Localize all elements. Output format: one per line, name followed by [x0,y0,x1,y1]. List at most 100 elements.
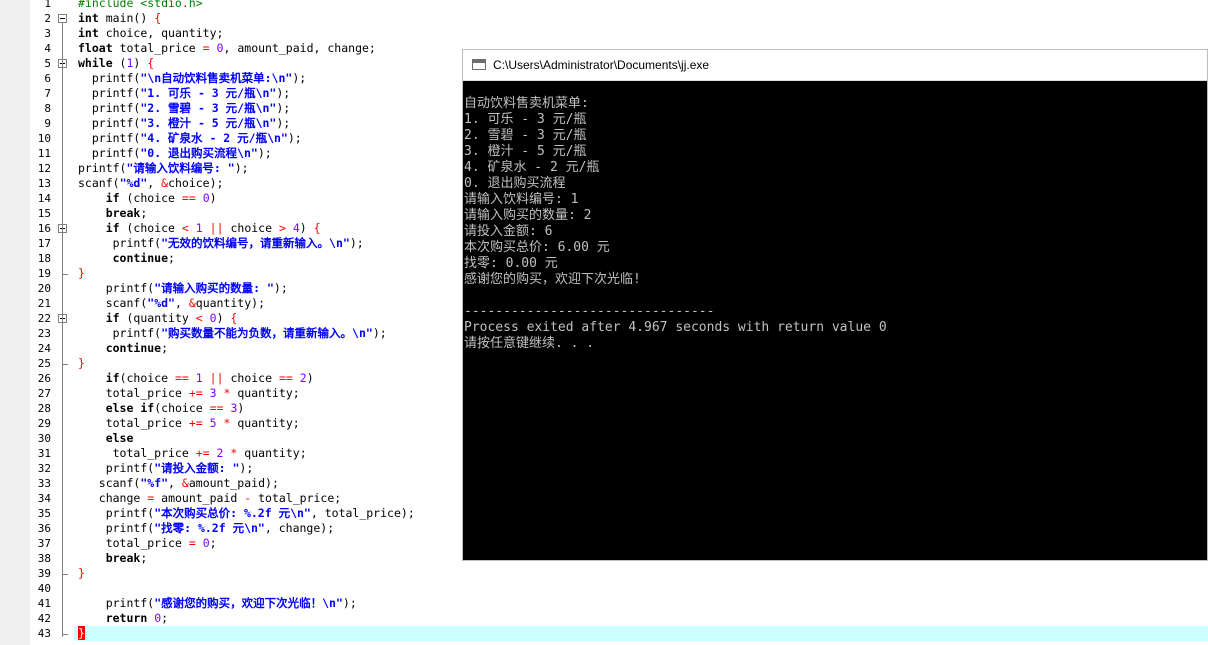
line-number: 23 [0,326,54,341]
code-line[interactable]: total_price += 3 * quantity; [78,386,300,401]
code-line[interactable]: total_price += 5 * quantity; [78,416,300,431]
line-number: 30 [0,431,54,446]
line-number-text: 28 [37,402,51,415]
code-line[interactable]: printf("无效的饮料编号，请重新输入。\n"); [78,236,364,251]
line-number-text: 39 [37,567,51,580]
line-number-text: 35 [37,507,51,520]
code-line[interactable]: printf("0. 退出购买流程\n"); [78,146,272,161]
code-line[interactable]: printf("请输入饮料编号: "); [78,161,249,176]
code-line[interactable]: break; [78,206,148,221]
code-line[interactable]: else [78,431,134,446]
line-number: 20 [0,281,54,296]
line-number: 36 [0,521,54,536]
line-number: 8 [0,101,54,116]
code-line[interactable]: printf("1. 可乐 - 3 元/瓶\n"); [78,86,290,101]
code-line[interactable]: if (choice == 0) [78,191,217,206]
line-number-text: 25 [37,357,51,370]
line-number-text: 13 [37,177,51,190]
console-line: 0. 退出购买流程 [464,176,566,191]
code-line[interactable]: } [78,626,85,641]
line-number-text: 15 [37,207,51,220]
code-line[interactable]: total_price = 0; [78,536,217,551]
line-number-text: 26 [37,372,51,385]
line-number-text: 5 [44,57,51,70]
fold-end-marker [62,274,68,275]
code-line[interactable]: int main() { [78,11,161,26]
line-number: 7 [0,86,54,101]
line-number: 17 [0,236,54,251]
line-number-text: 34 [37,492,51,505]
code-line[interactable]: printf("4. 矿泉水 - 2 元/瓶\n"); [78,131,302,146]
line-number: 21 [0,296,54,311]
code-line[interactable]: printf("找零: %.2f 元\n", change); [78,521,334,536]
code-line[interactable]: total_price += 2 * quantity; [78,446,307,461]
code-line[interactable]: if (choice < 1 || choice > 4) { [78,221,321,236]
code-line[interactable]: printf("购买数量不能为负数，请重新输入。\n"); [78,326,387,341]
code-line[interactable]: continue; [78,341,168,356]
line-number-text: 3 [44,27,51,40]
console-line: 4. 矿泉水 - 2 元/瓶 [464,160,600,175]
console-window-icon [472,59,486,70]
console-line: 1. 可乐 - 3 元/瓶 [464,112,587,127]
code-line[interactable]: scanf("%d", &quantity); [78,296,265,311]
code-line[interactable]: printf("2. 雪碧 - 3 元/瓶\n"); [78,101,290,116]
console-line: 请投入金额: 6 [464,224,553,239]
code-line[interactable]: } [78,566,85,581]
line-number-text: 36 [37,522,51,535]
code-line[interactable]: break; [78,551,148,566]
console-line: 请输入购买的数量: 2 [464,208,592,223]
line-number: 5 [0,56,54,71]
line-number: 41 [0,596,54,611]
line-number-text: 24 [37,342,51,355]
code-line[interactable]: if (quantity < 0) { [78,311,238,326]
code-line[interactable]: } [78,266,85,281]
code-line[interactable]: scanf("%f", &amount_paid); [78,476,279,491]
code-line[interactable]: #include <stdio.h> [78,0,203,11]
console-output: 自动饮料售卖机菜单: 1. 可乐 - 3 元/瓶 2. 雪碧 - 3 元/瓶 3. 橙… [463,96,1207,352]
console-title: C:\Users\Administrator\Documents\jj.exe [493,58,710,72]
line-number: 31 [0,446,54,461]
code-line[interactable]: else if(choice == 3) [78,401,245,416]
code-line[interactable]: printf("本次购买总价: %.2f 元\n", total_price); [78,506,415,521]
console-titlebar[interactable]: C:\Users\Administrator\Documents\jj.exe [463,50,1207,81]
line-number: 12 [0,161,54,176]
line-number: 26 [0,371,54,386]
code-line[interactable]: int choice, quantity; [78,26,223,41]
code-line[interactable]: printf("请投入金额: "); [78,461,254,476]
line-number: 11 [0,146,54,161]
code-line[interactable]: printf("3. 橙汁 - 5 元/瓶\n"); [78,116,290,131]
line-number-text: 11 [37,147,51,160]
line-number-text: 38 [37,552,51,565]
code-line[interactable]: printf("请输入购买的数量: "); [78,281,288,296]
code-line[interactable]: printf("感谢您的购买，欢迎下次光临！\n"); [78,596,357,611]
code-line[interactable]: change = amount_paid - total_price; [78,491,341,506]
code-line[interactable]: scanf("%d", &choice); [78,176,223,191]
code-line[interactable]: } [78,356,85,371]
line-number-text: 18 [37,252,51,265]
line-number-text: 14 [37,192,51,205]
code-line[interactable]: printf("\n自动饮料售卖机菜单:\n"); [78,71,306,86]
line-number: 43 [0,626,54,641]
fold-toggle-icon[interactable] [58,14,67,23]
line-number-text: 16 [37,222,51,235]
line-number: 33 [0,476,54,491]
console-window[interactable]: C:\Users\Administrator\Documents\jj.exe … [462,49,1208,561]
code-line[interactable]: if(choice == 1 || choice == 2) [78,371,314,386]
line-number-text: 4 [44,42,51,55]
line-number: 18 [0,251,54,266]
line-number-text: 37 [37,537,51,550]
line-number-text: 33 [37,477,51,490]
line-number: 24 [0,341,54,356]
console-line: 2. 雪碧 - 3 元/瓶 [464,128,587,143]
line-number: 28 [0,401,54,416]
console-line: Process exited after 4.967 seconds with … [464,320,887,335]
line-number: 34 [0,491,54,506]
current-line-highlight [74,626,1208,641]
code-line[interactable]: float total_price = 0, amount_paid, chan… [78,41,376,56]
line-number-text: 30 [37,432,51,445]
line-number: 3 [0,26,54,41]
line-number: 6 [0,71,54,86]
code-line[interactable]: return 0; [78,611,168,626]
code-line[interactable]: continue; [78,251,175,266]
code-line[interactable]: while (1) { [78,56,154,71]
